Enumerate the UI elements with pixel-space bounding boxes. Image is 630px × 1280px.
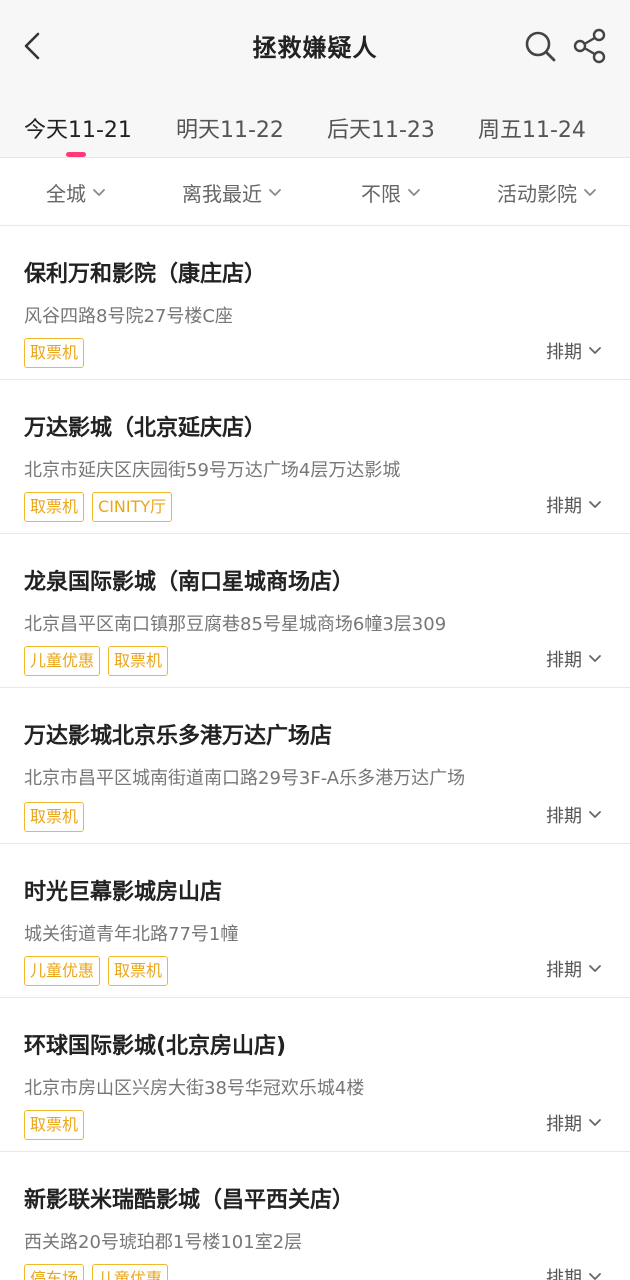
cinema-tags: 停车场 儿童优惠 bbox=[24, 1264, 169, 1280]
filter-promotion[interactable]: 活动影院 bbox=[497, 178, 597, 207]
tag-badge: 取票机 bbox=[108, 956, 169, 986]
cinema-tags: 取票机 bbox=[24, 338, 85, 368]
search-button[interactable] bbox=[520, 26, 560, 66]
share-icon bbox=[573, 28, 606, 64]
cinema-item[interactable]: 保利万和影院（康庄店） 风谷四路8号院27号楼C座 取票机 排期 bbox=[0, 226, 630, 380]
cinema-name: 保利万和影院（康庄店） bbox=[24, 262, 267, 287]
filter-label: 全城 bbox=[46, 182, 86, 206]
cinema-item[interactable]: 龙泉国际影城（南口星城商场店） 北京昌平区南口镇那豆腐巷85号星城商场6幢3层3… bbox=[0, 534, 630, 688]
date-tabs: 今天11-21 明天11-22 后天11-23 周五11-24 bbox=[0, 100, 630, 158]
tab-today[interactable]: 今天11-21 bbox=[24, 112, 132, 144]
top-bar: 拯救嫌疑人 今天11-21 明天11-22 后天11-23 周五11-24 bbox=[0, 0, 630, 158]
schedule-toggle-button[interactable]: 排期 bbox=[546, 1110, 602, 1136]
active-tab-indicator bbox=[66, 152, 86, 157]
chevron-down-icon bbox=[589, 811, 601, 818]
cinema-tags: 取票机 bbox=[24, 802, 85, 832]
cinema-item[interactable]: 新影联米瑞酷影城（昌平西关店） 西关路20号琥珀郡1号楼101室2层 停车场 儿… bbox=[0, 1152, 630, 1280]
filter-feature[interactable]: 不限 bbox=[361, 178, 421, 207]
tag-badge: CINITY厅 bbox=[92, 492, 173, 522]
cinema-name: 时光巨幕影城房山店 bbox=[24, 880, 223, 905]
chevron-down-icon bbox=[269, 188, 281, 196]
chevron-down-icon bbox=[584, 188, 596, 196]
schedule-toggle-button[interactable]: 排期 bbox=[546, 338, 602, 364]
schedule-toggle-button[interactable]: 排期 bbox=[546, 1264, 602, 1280]
tab-day-after-tomorrow[interactable]: 后天11-23 bbox=[327, 112, 435, 144]
schedule-toggle-button[interactable]: 排期 bbox=[546, 956, 602, 982]
tag-badge: 取票机 bbox=[24, 492, 85, 522]
tag-badge: 取票机 bbox=[24, 1110, 85, 1140]
cinema-name: 万达影城（北京延庆店） bbox=[24, 416, 267, 441]
schedule-label: 排期 bbox=[546, 1268, 582, 1280]
schedule-label: 排期 bbox=[546, 496, 582, 517]
schedule-label: 排期 bbox=[546, 1114, 582, 1135]
schedule-toggle-button[interactable]: 排期 bbox=[546, 802, 602, 828]
schedule-label: 排期 bbox=[546, 650, 582, 671]
filter-sort[interactable]: 离我最近 bbox=[182, 178, 282, 207]
cinema-tags: 取票机 CINITY厅 bbox=[24, 492, 173, 522]
cinema-item[interactable]: 时光巨幕影城房山店 城关街道青年北路77号1幢 儿童优惠 取票机 排期 bbox=[0, 844, 630, 998]
cinema-item[interactable]: 万达影城（北京延庆店） 北京市延庆区庆园街59号万达广场4层万达影城 取票机 C… bbox=[0, 380, 630, 534]
chevron-down-icon bbox=[589, 1119, 601, 1126]
chevron-down-icon bbox=[589, 655, 601, 662]
schedule-toggle-button[interactable]: 排期 bbox=[546, 646, 602, 672]
nav-bar: 拯救嫌疑人 bbox=[0, 0, 630, 92]
tag-badge: 取票机 bbox=[24, 338, 85, 368]
chevron-down-icon bbox=[589, 501, 601, 508]
schedule-label: 排期 bbox=[546, 342, 582, 363]
tag-badge: 取票机 bbox=[24, 802, 85, 832]
chevron-down-icon bbox=[589, 347, 601, 354]
schedule-label: 排期 bbox=[546, 960, 582, 981]
schedule-label: 排期 bbox=[546, 806, 582, 827]
cinema-address: 风谷四路8号院27号楼C座 bbox=[24, 306, 233, 327]
filter-bar: 全城 离我最近 不限 活动影院 bbox=[0, 158, 630, 226]
schedule-toggle-button[interactable]: 排期 bbox=[546, 492, 602, 518]
chevron-down-icon bbox=[589, 965, 601, 972]
cinema-list: 保利万和影院（康庄店） 风谷四路8号院27号楼C座 取票机 排期 万达影城（北京… bbox=[0, 226, 630, 1280]
chevron-down-icon bbox=[589, 1273, 601, 1280]
filter-label: 活动影院 bbox=[497, 182, 577, 206]
search-icon bbox=[525, 31, 556, 62]
tag-badge: 儿童优惠 bbox=[92, 1264, 169, 1280]
cinema-address: 城关街道青年北路77号1幢 bbox=[24, 924, 239, 945]
tag-badge: 儿童优惠 bbox=[24, 956, 101, 986]
share-button[interactable] bbox=[570, 26, 610, 66]
cinema-name: 万达影城北京乐多港万达广场店 bbox=[24, 724, 333, 749]
cinema-address: 北京昌平区南口镇那豆腐巷85号星城商场6幢3层309 bbox=[24, 614, 447, 635]
cinema-address: 北京市昌平区城南街道南口路29号3F-A乐多港万达广场 bbox=[24, 768, 466, 789]
cinema-item[interactable]: 万达影城北京乐多港万达广场店 北京市昌平区城南街道南口路29号3F-A乐多港万达… bbox=[0, 688, 630, 844]
tab-tomorrow[interactable]: 明天11-22 bbox=[176, 112, 284, 144]
chevron-down-icon bbox=[408, 188, 420, 196]
tag-badge: 儿童优惠 bbox=[24, 646, 101, 676]
cinema-tags: 儿童优惠 取票机 bbox=[24, 646, 169, 676]
chevron-down-icon bbox=[93, 188, 105, 196]
cinema-tags: 儿童优惠 取票机 bbox=[24, 956, 169, 986]
tag-badge: 停车场 bbox=[24, 1264, 85, 1280]
tag-badge: 取票机 bbox=[108, 646, 169, 676]
cinema-address: 北京市房山区兴房大街38号华冠欢乐城4楼 bbox=[24, 1078, 365, 1099]
cinema-address: 北京市延庆区庆园街59号万达广场4层万达影城 bbox=[24, 460, 401, 481]
cinema-name: 龙泉国际影城（南口星城商场店） bbox=[24, 570, 355, 595]
cinema-name: 新影联米瑞酷影城（昌平西关店） bbox=[24, 1188, 355, 1213]
filter-district[interactable]: 全城 bbox=[46, 178, 106, 207]
filter-label: 不限 bbox=[361, 182, 401, 206]
cinema-address: 西关路20号琥珀郡1号楼101室2层 bbox=[24, 1232, 303, 1253]
tab-friday[interactable]: 周五11-24 bbox=[478, 112, 586, 144]
filter-label: 离我最近 bbox=[182, 182, 262, 206]
cinema-name: 环球国际影城(北京房山店) bbox=[24, 1034, 287, 1059]
cinema-item[interactable]: 环球国际影城(北京房山店) 北京市房山区兴房大街38号华冠欢乐城4楼 取票机 排… bbox=[0, 998, 630, 1152]
cinema-tags: 取票机 bbox=[24, 1110, 85, 1140]
